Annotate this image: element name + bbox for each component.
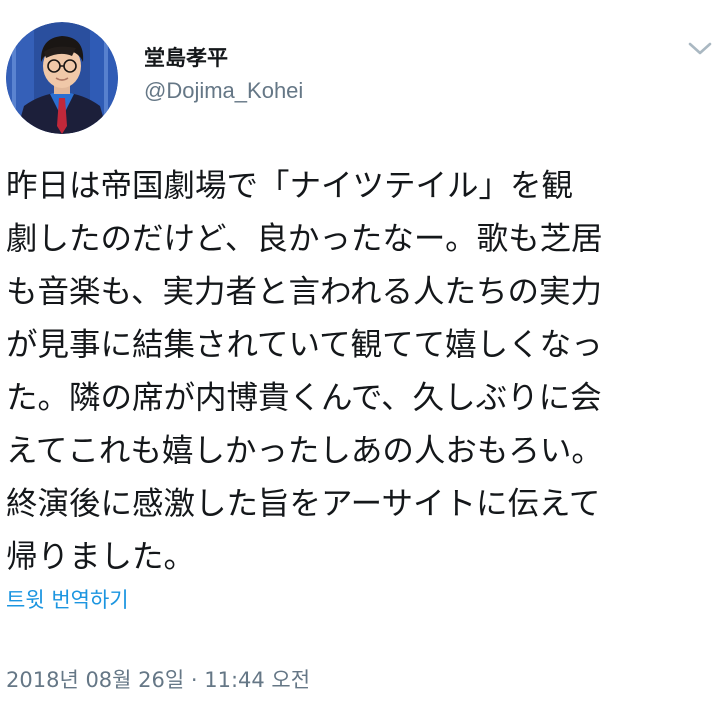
tweet-text: 昨日は帝国劇場で「ナイツテイル」を観 劇したのだけど、良かったなー。歌も芝居 も… (6, 168, 603, 575)
tweet-timestamp: 2018년 08월 26일 · 11:44 오전 (6, 668, 311, 692)
display-name[interactable]: 堂島孝平 (144, 44, 303, 72)
translate-tweet-link[interactable]: 트윗 번역하기 (6, 583, 129, 617)
author-names: 堂島孝平 @Dojima_Kohei (144, 44, 303, 106)
avatar[interactable] (6, 22, 118, 134)
tweet-header: 堂島孝平 @Dojima_Kohei (6, 22, 714, 134)
user-handle[interactable]: @Dojima_Kohei (144, 76, 303, 106)
chevron-down-icon (688, 42, 712, 55)
profile-photo-avatar-icon (6, 22, 118, 134)
tweet-menu-button[interactable] (686, 36, 714, 60)
tweet-card: 堂島孝平 @Dojima_Kohei 昨日は帝国劇場で「ナイツテイル」を観 劇し… (0, 0, 720, 712)
